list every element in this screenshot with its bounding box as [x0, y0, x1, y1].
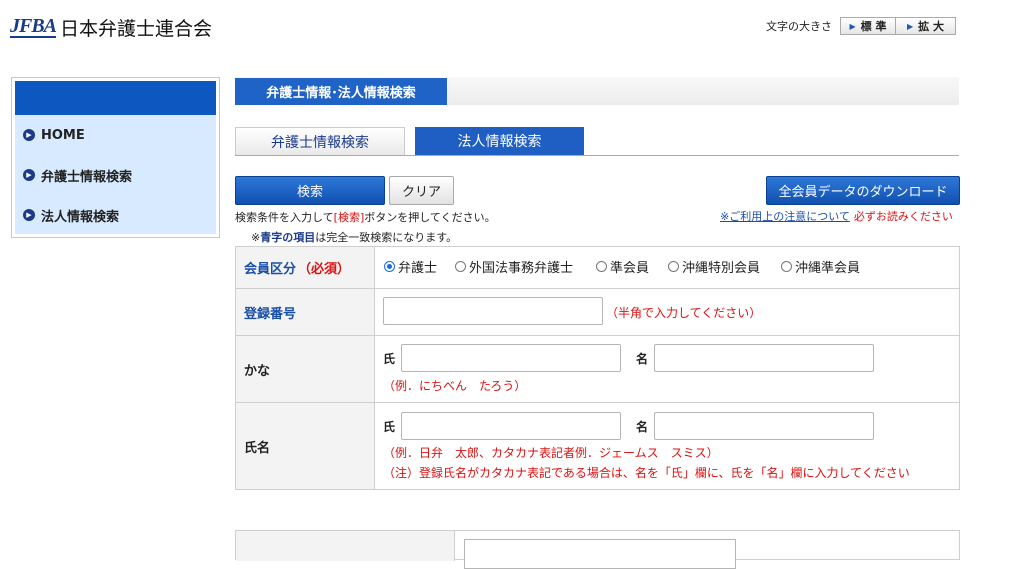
name-caution: （注）登録氏名がカタカナ表記である場合は、名を「氏」欄に、氏を「名」欄に入力して… — [383, 466, 910, 480]
name-example: （例．日弁 太郎、カタカナ表記者例．ジェームス スミス） — [383, 446, 719, 460]
reg-number-input[interactable] — [383, 297, 603, 325]
radio-checked-icon — [384, 261, 395, 272]
member-type-label: 会員区分 （必須） — [236, 247, 375, 288]
font-size-standard-button[interactable]: ▶ 標 準 — [840, 17, 896, 35]
tab-underline — [235, 155, 959, 156]
kana-label: かな — [236, 336, 375, 402]
kana-sei-label: 氏 — [383, 352, 396, 366]
reg-number-label: 登録番号 — [236, 289, 375, 335]
kana-row: かな 氏 名 （例．にちべん たろう） — [236, 336, 959, 403]
sidebar: ▶ HOME ▶ 弁護士情報検索 ▶ 法人情報検索 — [11, 77, 220, 238]
section-title: 弁護士情報･法人情報検索 — [235, 78, 447, 105]
member-type-options: 弁護士 外国法事務弁護士 準会員 沖縄特別会員 沖縄準会員 — [375, 247, 959, 288]
arrow-bullet-icon: ▶ — [23, 169, 35, 181]
name-mei-label: 名 — [636, 420, 649, 434]
radio-associate[interactable]: 準会員 — [596, 257, 649, 276]
triangle-right-icon: ▶ — [907, 21, 914, 31]
kana-example: （例．にちべん たろう） — [383, 379, 527, 393]
search-form: 会員区分 （必須） 弁護士 外国法事務弁護士 準会員 沖縄特別会員 沖縄準会員 登… — [235, 246, 960, 490]
tab-lawyer-search[interactable]: 弁護士情報検索 — [235, 127, 405, 155]
sidebar-nav: ▶ HOME ▶ 弁護士情報検索 ▶ 法人情報検索 — [15, 81, 216, 234]
font-size-control: 文字の大きさ ▶ 標 準 ▶ 拡 大 — [766, 17, 956, 35]
name-sei-label: 氏 — [383, 420, 396, 434]
jfba-logo[interactable]: JFBA 日本弁護士連合会 — [10, 12, 212, 42]
radio-icon — [596, 261, 607, 272]
radio-icon — [455, 261, 466, 272]
radio-icon — [668, 261, 679, 272]
search-button[interactable]: 検索 — [235, 176, 385, 205]
logo-mark: JFBA — [10, 15, 57, 38]
radio-okinawa-special[interactable]: 沖縄特別会員 — [668, 257, 760, 276]
sidebar-item-corp-search[interactable]: ▶ 法人情報検索 — [15, 195, 216, 235]
exact-match-hint: ※青字の項目は完全一致検索になります。 — [251, 231, 458, 244]
font-size-label: 文字の大きさ — [766, 20, 832, 33]
radio-foreign-lawyer[interactable]: 外国法事務弁護士 — [455, 257, 573, 276]
name-sei-input[interactable] — [401, 412, 621, 440]
search-hint: 検索条件を入力して[検索]ボタンを押してください。 — [235, 211, 496, 224]
usage-notice-link[interactable]: ※ご利用上の注意について — [720, 210, 850, 223]
triangle-right-icon: ▶ — [849, 21, 856, 31]
usage-notice: ※ご利用上の注意について 必ずお読みください — [720, 210, 953, 223]
arrow-bullet-icon: ▶ — [23, 129, 35, 141]
sidebar-header — [15, 81, 216, 115]
secondary-form-label-cell — [236, 531, 455, 561]
secondary-form-input[interactable] — [464, 539, 736, 569]
kana-mei-input[interactable] — [654, 344, 874, 372]
sidebar-item-lawyer-search[interactable]: ▶ 弁護士情報検索 — [15, 155, 216, 195]
name-label: 氏名 — [236, 403, 375, 489]
radio-lawyer[interactable]: 弁護士 — [384, 257, 437, 276]
kana-mei-label: 名 — [636, 352, 649, 366]
font-size-large-button[interactable]: ▶ 拡 大 — [896, 17, 956, 35]
radio-okinawa-associate[interactable]: 沖縄準会員 — [781, 257, 860, 276]
clear-button[interactable]: クリア — [389, 176, 454, 205]
name-row: 氏名 氏 名 （例．日弁 太郎、カタカナ表記者例．ジェームス スミス） （注）登… — [236, 403, 959, 489]
download-all-button[interactable]: 全会員データのダウンロード — [766, 176, 960, 205]
sidebar-item-home[interactable]: ▶ HOME — [15, 115, 216, 155]
kana-sei-input[interactable] — [401, 344, 621, 372]
member-type-row: 会員区分 （必須） 弁護士 外国法事務弁護士 準会員 沖縄特別会員 沖縄準会員 — [236, 247, 959, 289]
name-mei-input[interactable] — [654, 412, 874, 440]
reg-number-row: 登録番号 （半角で入力してください） — [236, 289, 959, 336]
logo-text: 日本弁護士連合会 — [60, 17, 213, 40]
reg-number-note: （半角で入力してください） — [606, 306, 762, 320]
secondary-form — [235, 530, 960, 569]
tab-corp-search[interactable]: 法人情報検索 — [415, 127, 584, 155]
arrow-bullet-icon: ▶ — [23, 209, 35, 221]
radio-icon — [781, 261, 792, 272]
